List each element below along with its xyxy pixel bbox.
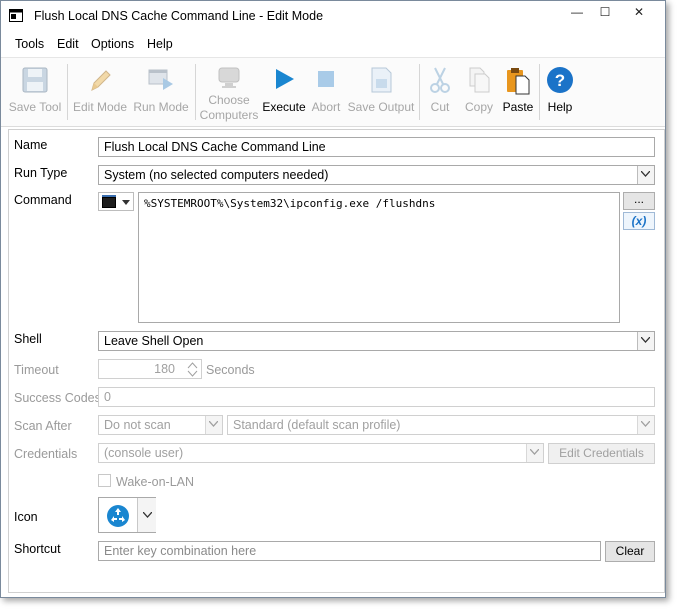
abort-button[interactable]: Abort <box>307 60 345 124</box>
chevron-down-icon[interactable] <box>205 416 222 434</box>
save-tool-label: Save Tool <box>8 100 62 114</box>
icon-picker[interactable] <box>98 497 156 533</box>
run-mode-label: Run Mode <box>133 100 189 114</box>
execute-button[interactable]: Execute <box>261 60 307 124</box>
chevron-down-icon <box>122 200 130 205</box>
credentials-label: Credentials <box>14 447 78 461</box>
shell-select[interactable]: Leave Shell Open <box>98 331 655 351</box>
maximize-button[interactable]: ☐ <box>589 1 621 25</box>
browse-button[interactable]: ... <box>623 192 655 210</box>
help-icon: ? <box>547 67 573 93</box>
success-codes-input[interactable]: 0 <box>98 387 655 407</box>
scissors-icon <box>430 67 450 93</box>
stop-icon <box>318 71 334 87</box>
scan-after-select[interactable]: Do not scan <box>98 415 223 435</box>
run-type-value: System (no selected computers needed) <box>104 168 329 182</box>
cut-label: Cut <box>430 100 450 114</box>
chevron-down-icon <box>143 512 152 518</box>
run-type-label: Run Type <box>14 166 68 180</box>
command-label: Command <box>14 193 72 207</box>
cut-button[interactable]: Cut <box>421 60 459 124</box>
spinner-icon[interactable] <box>187 362 198 377</box>
timeout-label: Timeout <box>14 363 59 377</box>
copy-button[interactable]: Copy <box>459 60 499 124</box>
run-mode-icon <box>148 69 173 90</box>
run-type-select[interactable]: System (no selected computers needed) <box>98 165 655 185</box>
insert-variable-button[interactable]: (x) <box>623 212 655 230</box>
network-refresh-icon <box>107 505 129 527</box>
paste-label: Paste <box>502 100 534 114</box>
scan-profile-select[interactable]: Standard (default scan profile) <box>227 415 655 435</box>
tool-window: Flush Local DNS Cache Command Line - Edi… <box>0 0 666 598</box>
timeout-value: 180 <box>154 362 175 376</box>
save-output-label: Save Output <box>347 100 415 114</box>
chevron-down-icon[interactable] <box>637 166 654 184</box>
toolbar-separator <box>419 64 420 120</box>
save-icon <box>22 67 48 93</box>
chevron-down-icon[interactable] <box>526 444 543 462</box>
shortcut-label: Shortcut <box>14 542 61 556</box>
copy-label: Copy <box>464 100 493 114</box>
toolbar-separator <box>67 64 68 120</box>
menu-help[interactable]: Help <box>147 37 173 51</box>
toolbar: Save Tool Edit Mode Run Mode Choose Comp… <box>1 57 665 127</box>
save-output-button[interactable]: Save Output <box>345 60 417 124</box>
copy-icon <box>469 67 490 93</box>
title-bar: Flush Local DNS Cache Command Line - Edi… <box>1 1 665 31</box>
chevron-down-icon[interactable] <box>637 332 654 350</box>
play-icon <box>276 69 294 89</box>
save-output-icon <box>371 67 392 93</box>
menu-options[interactable]: Options <box>91 37 134 51</box>
shell-label: Shell <box>14 332 42 346</box>
wake-on-lan-label: Wake-on-LAN <box>116 475 195 489</box>
chevron-down-icon[interactable] <box>637 416 654 434</box>
console-icon <box>102 195 116 208</box>
abort-label: Abort <box>311 100 341 114</box>
toolbar-separator <box>539 64 540 120</box>
window-title: Flush Local DNS Cache Command Line - Edi… <box>34 9 324 23</box>
scan-after-value: Do not scan <box>104 418 171 432</box>
edit-credentials-button[interactable]: Edit Credentials <box>548 443 655 464</box>
wake-on-lan-checkbox[interactable] <box>98 474 111 487</box>
menu-edit[interactable]: Edit <box>57 37 79 51</box>
timeout-unit: Seconds <box>206 363 255 377</box>
close-button[interactable]: ✕ <box>623 1 655 25</box>
menu-tools[interactable]: Tools <box>15 37 44 51</box>
success-codes-label: Success Codes <box>14 391 101 405</box>
choose-computers-button[interactable]: Choose Computers <box>197 60 261 124</box>
toolbar-separator <box>195 64 196 120</box>
pencil-icon <box>91 70 111 91</box>
app-window-icon <box>9 9 23 22</box>
shell-value: Leave Shell Open <box>104 334 204 348</box>
scan-after-label: Scan After <box>14 419 72 433</box>
name-label: Name <box>14 138 48 152</box>
shell-type-dropdown[interactable] <box>98 192 134 211</box>
command-textarea[interactable]: %SYSTEMROOT%\System32\ipconfig.exe /flus… <box>138 192 620 323</box>
timeout-input[interactable]: 180 <box>98 359 202 379</box>
clear-button[interactable]: Clear <box>605 541 655 562</box>
credentials-select[interactable]: (console user) <box>98 443 544 463</box>
edit-mode-label: Edit Mode <box>72 100 128 114</box>
menu-bar: Tools Edit Options Help <box>1 33 665 55</box>
execute-label: Execute <box>262 100 306 114</box>
help-label: Help <box>547 100 573 114</box>
computer-icon <box>218 67 240 88</box>
choose-computers-label: Choose Computers <box>199 93 259 122</box>
run-mode-button[interactable]: Run Mode <box>131 60 191 124</box>
svg-text:?: ? <box>555 71 565 90</box>
edit-mode-button[interactable]: Edit Mode <box>69 60 131 124</box>
shortcut-input[interactable]: Enter key combination here <box>98 541 601 561</box>
scan-profile-value: Standard (default scan profile) <box>233 418 401 432</box>
name-input[interactable]: Flush Local DNS Cache Command Line <box>98 137 655 157</box>
save-tool-button[interactable]: Save Tool <box>5 60 65 124</box>
paste-icon <box>507 68 530 95</box>
help-button[interactable]: ? Help <box>541 60 579 124</box>
credentials-value: (console user) <box>104 446 184 460</box>
icon-label: Icon <box>14 510 38 524</box>
icon-picker-arrow[interactable] <box>137 498 156 532</box>
paste-button[interactable]: Paste <box>499 60 537 124</box>
